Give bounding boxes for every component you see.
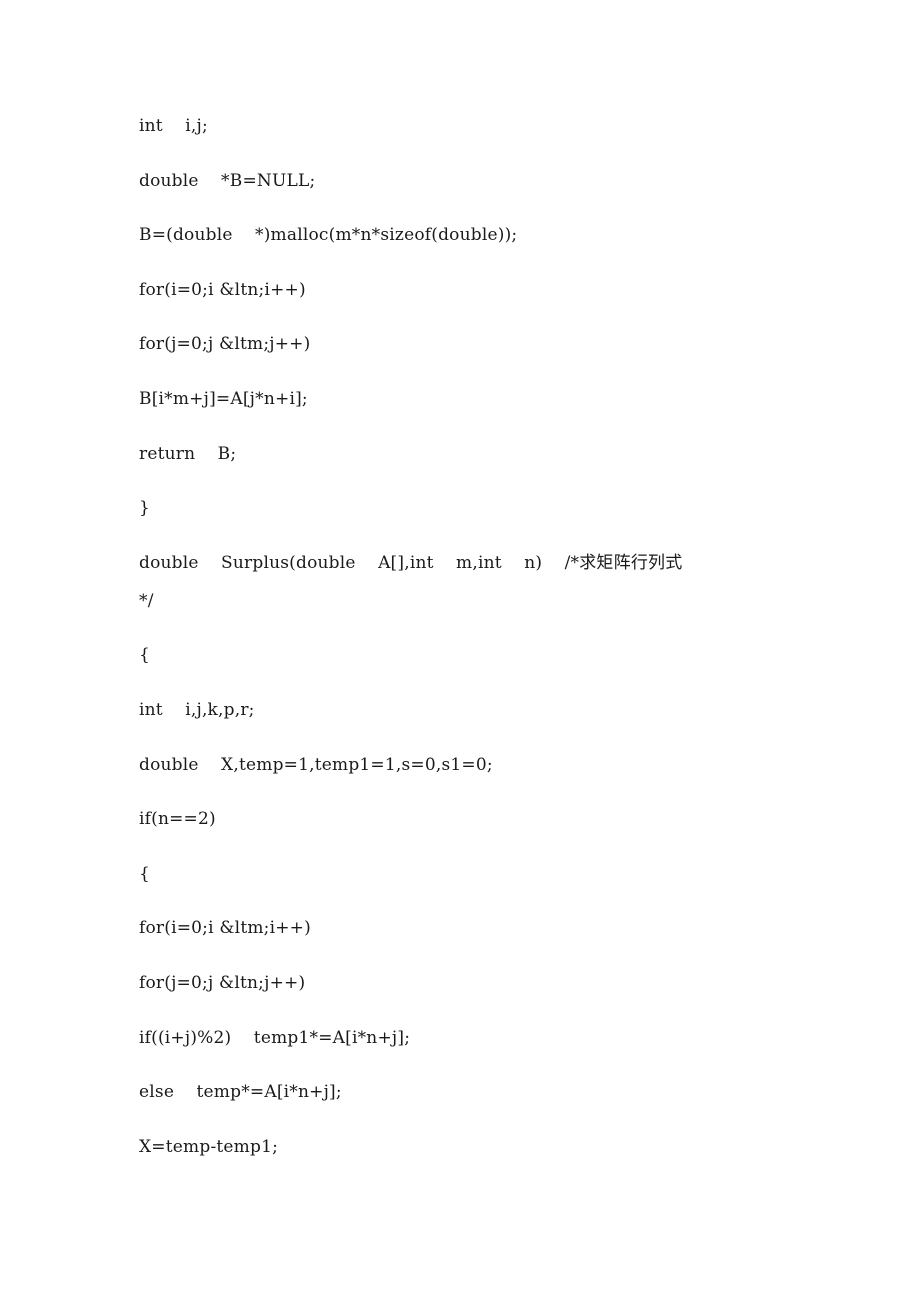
code-line: return B;	[139, 443, 237, 464]
code-line: {	[139, 863, 151, 884]
code-line: for(i=0;i &ltm;i++)	[139, 918, 311, 939]
code-line: X=temp-temp1;	[139, 1136, 279, 1157]
code-line: else temp*=A[i*n+j];	[139, 1082, 342, 1103]
code-line: }	[139, 498, 151, 519]
code-line: double X,temp=1,temp1=1,s=0,s1=0;	[139, 754, 493, 775]
code-line: for(i=0;i &ltn;i++)	[139, 279, 306, 300]
code-line: double *B=NULL;	[139, 170, 316, 191]
code-line: if((i+j)%2) temp1*=A[i*n+j];	[139, 1027, 411, 1048]
function-signature-line: double Surplus(double A[],int m,int n) /…	[139, 552, 683, 573]
code-line: B[i*m+j]=A[j*n+i];	[139, 388, 308, 409]
code-line: int i,j,k,p,r;	[139, 699, 255, 720]
code-line: for(j=0;j &ltm;j++)	[139, 334, 311, 355]
code-line: if(n==2)	[139, 809, 216, 830]
code-listing: int i,j; double *B=NULL; B=(double *)mal…	[139, 115, 799, 1190]
code-line: for(j=0;j &ltn;j++)	[139, 972, 306, 993]
comment-continuation-line: */	[139, 590, 154, 611]
code-line: {	[139, 645, 151, 666]
code-line: int i,j;	[139, 116, 208, 136]
code-line: B=(double *)malloc(m*n*sizeof(double));	[139, 225, 518, 246]
document-page: int i,j; double *B=NULL; B=(double *)mal…	[0, 0, 920, 1302]
